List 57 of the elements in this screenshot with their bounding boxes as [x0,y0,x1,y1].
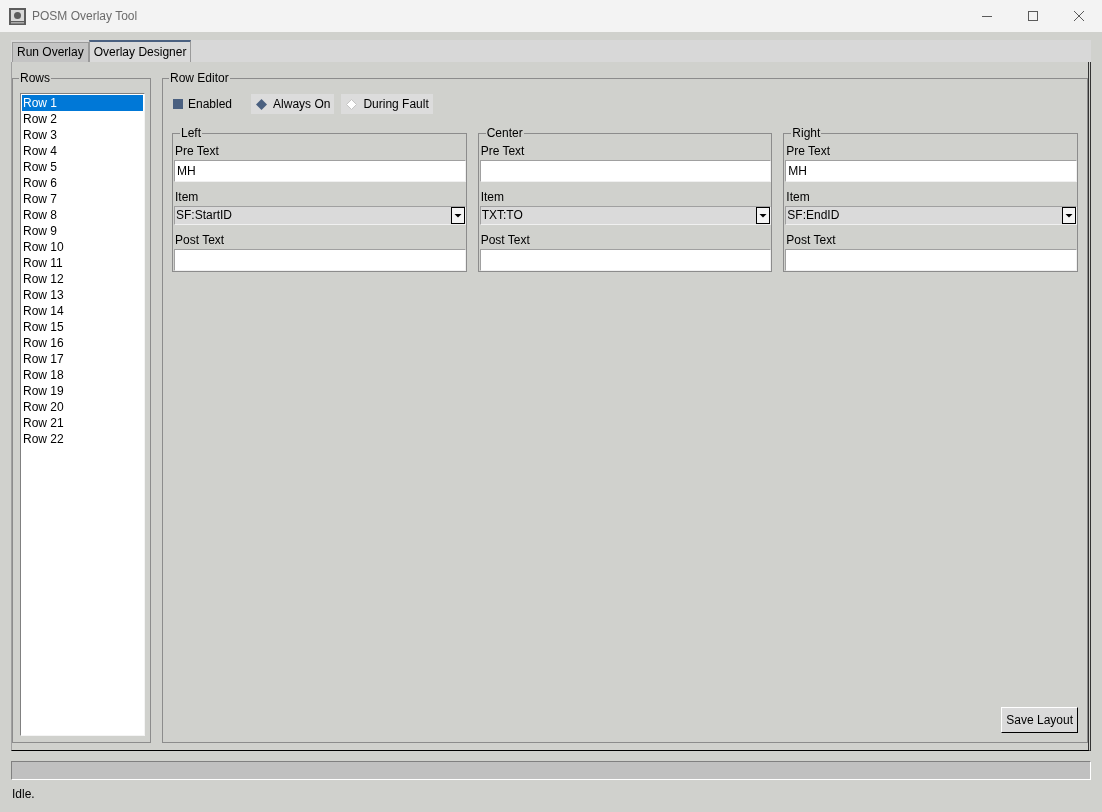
row-list-item[interactable]: Row 10 [22,239,143,255]
row-list-item[interactable]: Row 17 [22,351,143,367]
radio-option[interactable]: Always On [251,94,335,114]
radio-option[interactable]: During Fault [341,94,433,114]
tab[interactable]: Overlay Designer [88,40,192,62]
field-label: Post Text [174,232,226,248]
text-field[interactable] [174,249,466,271]
row-list-item[interactable]: Row 3 [22,127,143,143]
field-label: Item [479,189,505,205]
field-label: Item [785,189,811,205]
text-field[interactable]: MH [174,160,466,182]
row-list-item[interactable]: Row 7 [22,191,143,207]
status-text: Idle. [11,786,36,802]
row-list-item[interactable]: Row 13 [22,287,143,303]
row-list-item[interactable]: Row 9 [22,223,143,239]
group-title: Center [485,125,524,141]
window-title: POSM Overlay Tool [32,8,138,24]
close-icon [1074,11,1084,21]
app-icon [9,7,26,25]
field-label: Pre Text [785,143,832,159]
row-list-item[interactable]: Row 20 [22,399,143,415]
row-list-item[interactable]: Row 19 [22,383,143,399]
field-label: Post Text [785,232,837,248]
text-field[interactable] [479,160,772,182]
text-field[interactable]: MH [785,160,1077,182]
field-label: Post Text [479,232,531,248]
field-label: Pre Text [479,143,526,159]
row-list-item[interactable]: Row 8 [22,207,143,223]
field-label: Pre Text [174,143,220,159]
row-list-item[interactable]: Row 11 [22,255,143,271]
enabled-checkbox[interactable]: Enabled [173,94,233,114]
row-list-item[interactable]: Row 1 [22,95,143,111]
text-field[interactable] [479,249,772,271]
row-list-item[interactable]: Row 6 [22,175,143,191]
row-list-item[interactable]: Row 4 [22,143,143,159]
row-list-item[interactable]: Row 2 [22,111,143,127]
maximize-icon [1028,11,1038,21]
text-field[interactable] [785,249,1077,271]
row-list-item[interactable]: Row 16 [22,335,143,351]
item-dropdown[interactable]: SF:EndID [785,206,1077,225]
field-label: Item [174,189,200,205]
group-title: Right [791,125,822,141]
row-list-item[interactable]: Row 5 [22,159,143,175]
row-list-item[interactable]: Row 14 [22,303,143,319]
item-dropdown[interactable]: SF:StartID [174,206,466,225]
group-title: Rows [19,70,51,86]
minimize-icon [982,15,992,17]
group-title: Left [180,125,202,141]
row-list-item[interactable]: Row 12 [22,271,143,287]
tab[interactable]: Run Overlay [12,42,89,62]
row-list-item[interactable]: Row 22 [22,431,143,447]
save-layout-button[interactable]: Save Layout [1001,707,1078,733]
row-list-item[interactable]: Row 21 [22,415,143,431]
group-title: Row Editor [169,70,230,86]
row-list-item[interactable]: Row 15 [22,319,143,335]
row-list-item[interactable]: Row 18 [22,367,143,383]
item-dropdown[interactable]: TXT:TO [479,206,772,225]
